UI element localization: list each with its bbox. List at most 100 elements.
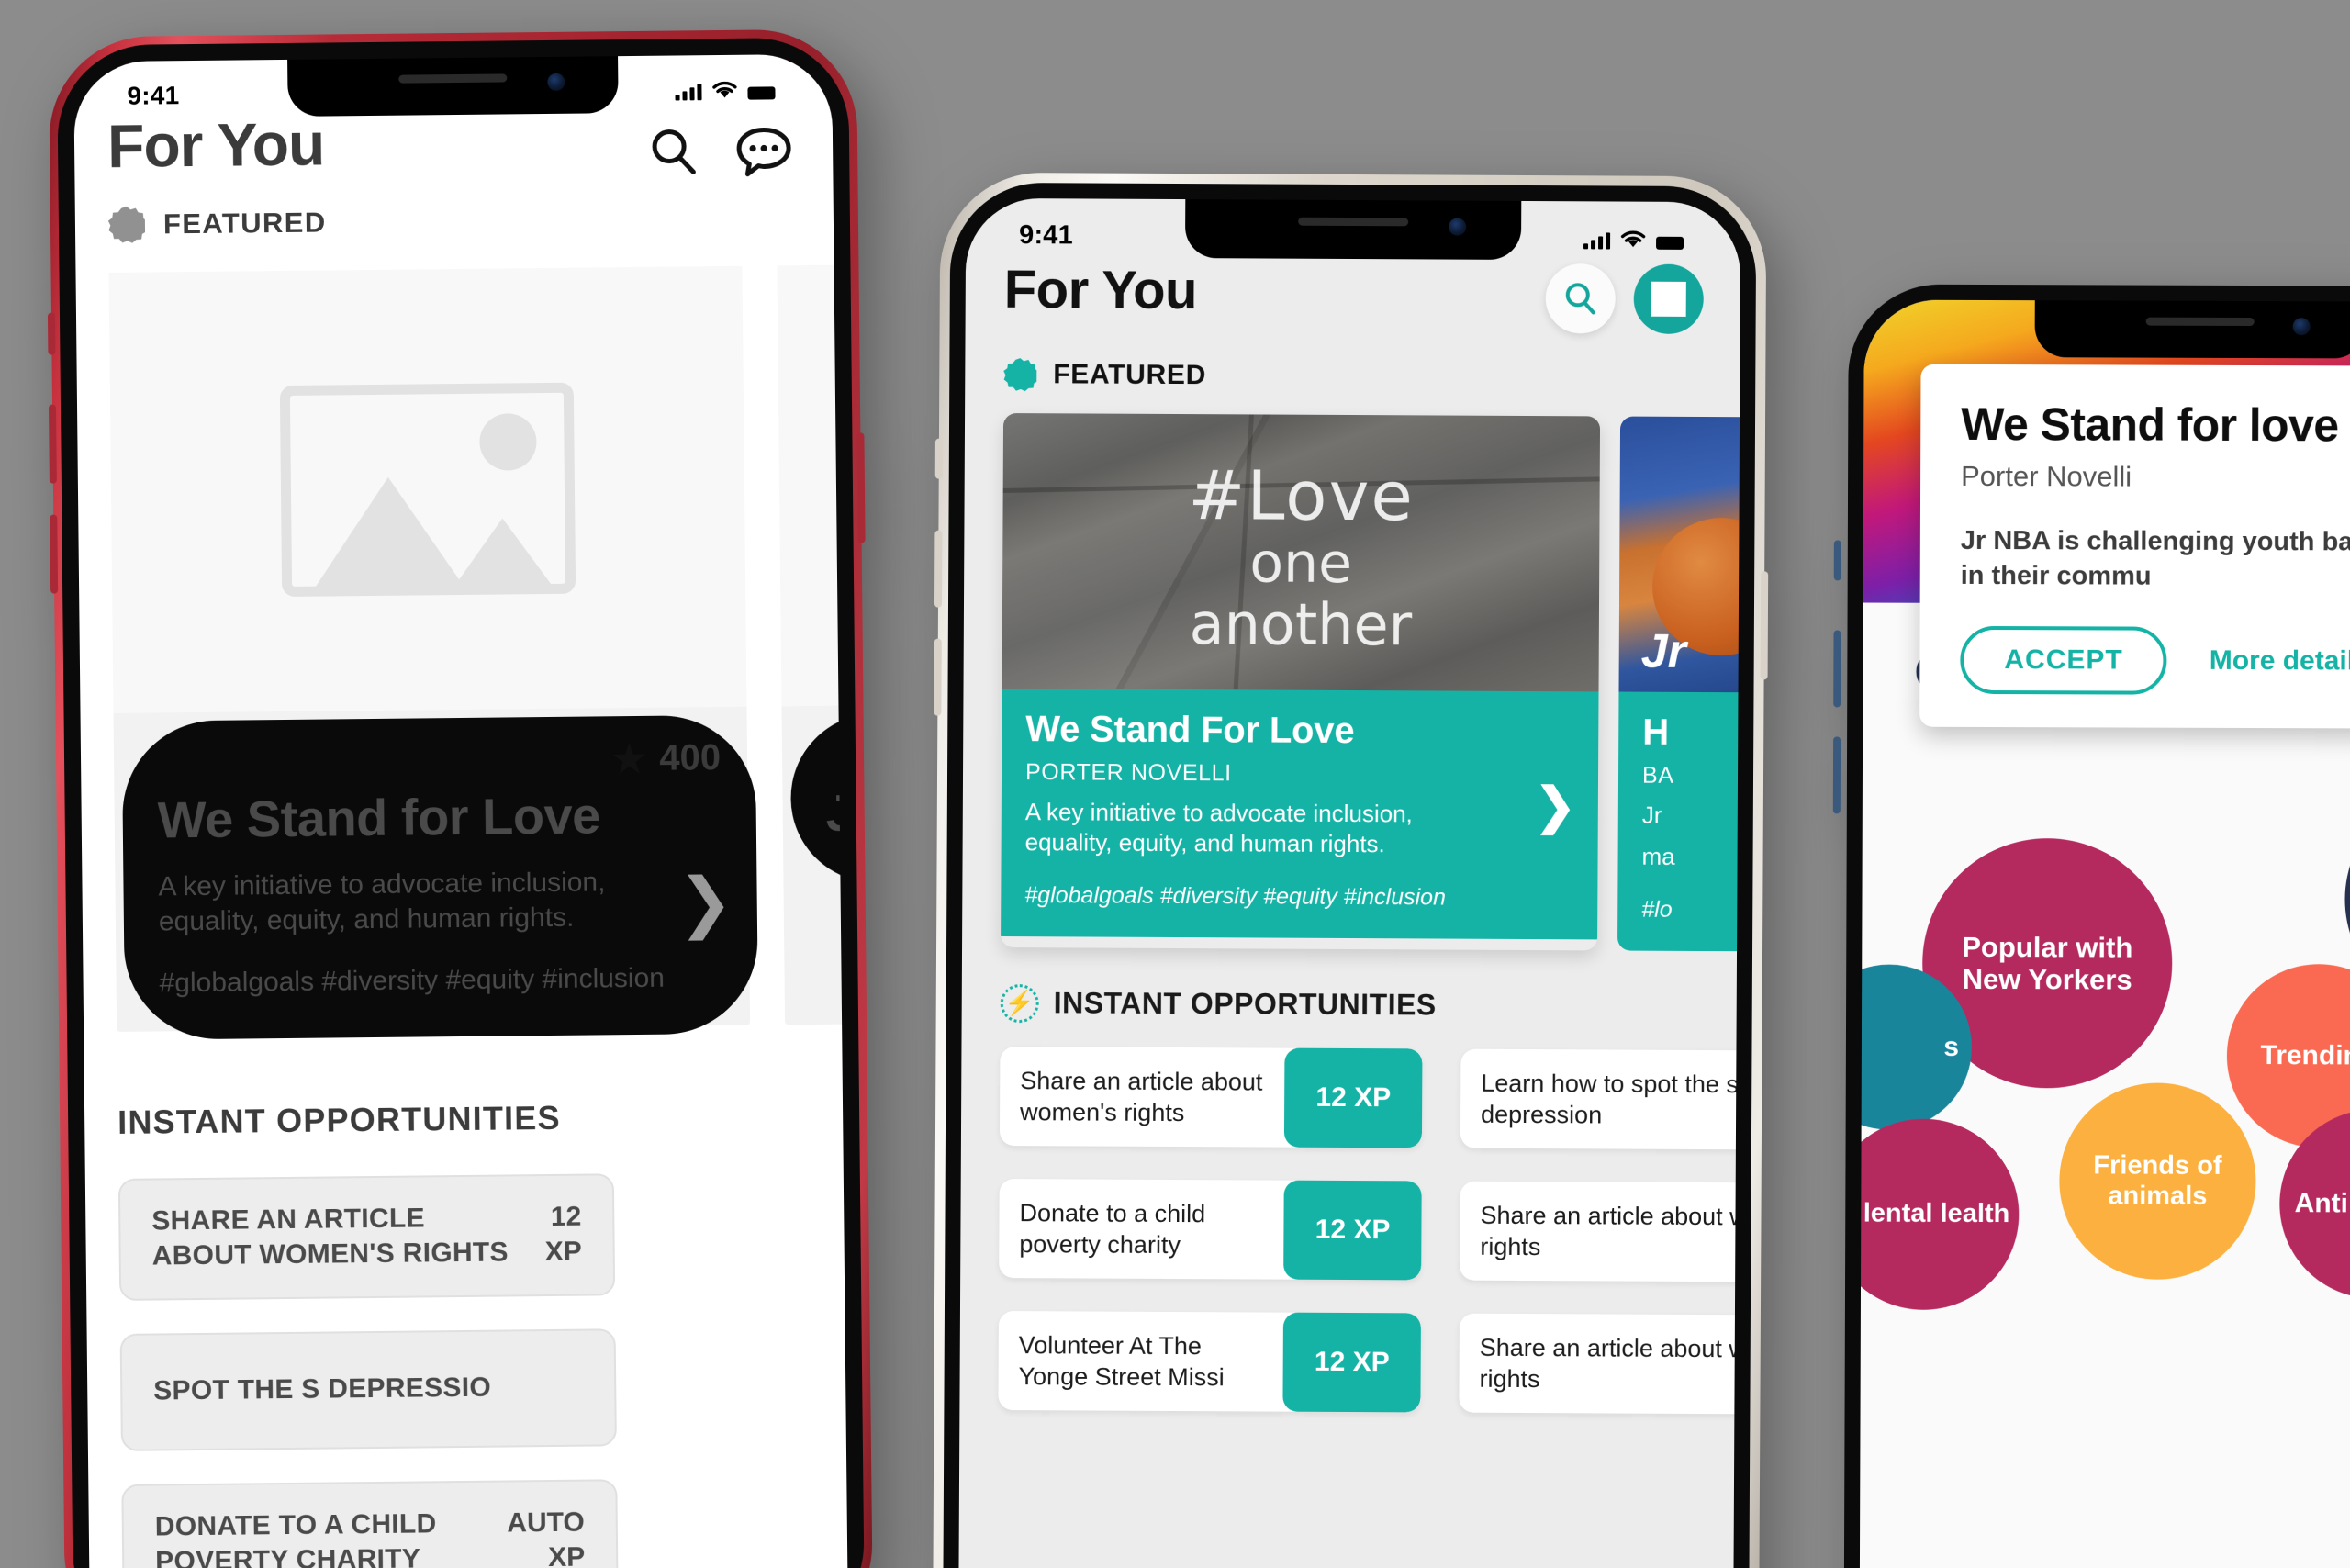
instant-opportunities-title: INSTANT OPPORTUNITIES (1053, 986, 1437, 1022)
opportunity-chip[interactable]: SPOT THE S DEPRESSIO (119, 1327, 617, 1451)
phone2-header: For You (1004, 259, 1704, 335)
power-button[interactable] (856, 432, 866, 543)
volume-down-button[interactable] (934, 638, 942, 716)
earpiece-speaker (398, 73, 508, 84)
featured-section-header: FEATURED (108, 199, 800, 243)
card-title: H (1642, 711, 1670, 753)
card-body: H BA Jr ma #lo (1617, 691, 1741, 952)
category-bubble-friends-of-animals[interactable]: Friends of animals (2059, 1082, 2256, 1281)
phone2-screen: 9:41 For You FEATURED #Love one another … (957, 197, 1741, 1568)
chalk-line-2: one (1249, 531, 1353, 597)
seal-badge-icon (108, 207, 145, 243)
opportunity-item[interactable]: Learn how to spot the si depression (1460, 1048, 1741, 1150)
opportunity-label: SPOT THE S DEPRESSIO (153, 1372, 492, 1406)
card-tags: #globalgoals #diversity #equity #inclusi… (1024, 881, 1447, 911)
card-description: A key initiative to advocate inclusion, … (1024, 798, 1413, 858)
featured-card-carousel[interactable]: #Love one another We Stand For Love PORT… (1001, 413, 1741, 952)
card-body: ★ 400 We Stand for Love A key initiative… (121, 714, 759, 1040)
opportunity-chip[interactable]: DONATE TO A CHILD POVERTY CHARITY AUTO X… (121, 1478, 619, 1568)
search-button[interactable] (1545, 263, 1616, 334)
volume-up-button[interactable] (48, 404, 57, 484)
mute-switch[interactable] (1833, 540, 1841, 581)
category-bubble-cloud: Popular with New Yorkers Anti R Trending… (1859, 719, 2350, 1311)
status-time: 9:41 (127, 81, 180, 110)
volume-up-button[interactable] (1833, 630, 1841, 708)
opportunity-detail-card[interactable]: We Stand for love Porter Novelli Jr NBA … (1919, 364, 2350, 731)
featured-label: FEATURED (1053, 359, 1207, 391)
opportunity-label: Share an article about women's rights (1479, 1333, 1741, 1393)
phone2-bezel: 9:41 For You FEATURED #Love one another … (932, 172, 1767, 1568)
accept-button[interactable]: ACCEPT (1960, 626, 2167, 696)
opportunity-item[interactable]: Donate to a child poverty charity 12 XP (999, 1178, 1422, 1281)
opportunity-label: DONATE TO A CHILD POVERTY CHARITY (154, 1507, 437, 1568)
card-photo: #Love one another (1002, 413, 1601, 692)
phone-mockup-1: 9:41 For You FEATURED ★ 400 We Stand for… (47, 28, 874, 1568)
search-icon (1565, 283, 1595, 315)
mute-switch[interactable] (47, 312, 56, 355)
opportunity-label: Volunteer At The Yonge Street Missi (1018, 1330, 1225, 1391)
front-camera (1449, 218, 1467, 236)
wifi-icon (1620, 230, 1646, 247)
image-placeholder-icon (279, 382, 576, 598)
power-button[interactable] (1760, 571, 1769, 680)
opportunity-label: Donate to a child poverty charity (1019, 1198, 1206, 1259)
phone3-bezel: We Stand for love Porter Novelli Jr NBA … (1833, 274, 2350, 1568)
earpiece-speaker (2145, 317, 2255, 327)
phone1-header-icons (647, 104, 800, 179)
stop-button[interactable] (1633, 263, 1704, 335)
lightning-bolt-icon: ⚡ (1000, 983, 1039, 1023)
card-photo: Jr (1618, 416, 1741, 694)
opportunity-label: Share an article about women's rights (1480, 1201, 1741, 1260)
category-bubble-mental-health[interactable]: lental lealth (1859, 1118, 2020, 1311)
wifi-icon (712, 81, 737, 98)
featured-card-next[interactable]: Jr H BA Jr ma #lo (1617, 416, 1741, 952)
opportunity-item[interactable]: Share an article about women's rights (1459, 1313, 1741, 1415)
phone1-header: For You (107, 104, 800, 185)
volume-up-button[interactable] (934, 530, 943, 608)
opportunity-xp: 12 XP (1284, 1047, 1423, 1148)
opportunity-item[interactable]: Share an article about women's rights (1460, 1181, 1741, 1282)
opportunities-column-right: Learn how to spot the si depression Shar… (1459, 1048, 1741, 1415)
chat-bubble-icon[interactable] (735, 124, 793, 178)
card-title: We Stand for Love (157, 786, 601, 849)
instant-opportunities-grid: Share an article about women's rights 12… (998, 1046, 1741, 1415)
card-description: A key initiative to advocate inclusion, … (158, 867, 606, 937)
card-title: We Stand For Love (1025, 709, 1355, 752)
opportunity-item[interactable]: Volunteer At The Yonge Street Missi 12 X… (998, 1310, 1421, 1413)
star-icon: ★ (611, 736, 647, 780)
opportunity-chip[interactable]: SHARE AN ARTICLE ABOUT WOMEN'S RIGHTS 12… (118, 1173, 616, 1301)
front-camera (2292, 318, 2311, 336)
seal-badge-icon (1003, 358, 1036, 391)
earpiece-speaker (1298, 217, 1409, 227)
featured-card-carousel[interactable]: ★ 400 We Stand for Love A key initiative… (108, 259, 849, 1040)
opportunity-item[interactable]: Share an article about women's rights 12… (999, 1046, 1423, 1148)
instant-opportunities-header: ⚡ INSTANT OPPORTUNITIES (1000, 983, 1700, 1026)
volume-down-button[interactable] (1832, 736, 1841, 814)
featured-card[interactable]: #Love one another We Stand For Love PORT… (1001, 413, 1601, 950)
points-value: 400 (659, 737, 722, 778)
detail-title: We Stand for love (1961, 398, 2339, 452)
opportunity-xp: 12 XP (1282, 1312, 1421, 1413)
detail-actions: ACCEPT More details (1960, 626, 2350, 697)
mute-switch[interactable] (934, 438, 943, 479)
detail-description: Jr NBA is challenging youth baske make a… (1960, 525, 2350, 591)
card-description-line-2: ma (1641, 842, 1675, 871)
phone2-notch (1184, 199, 1522, 260)
featured-card[interactable]: ★ 400 We Stand for Love A key initiative… (108, 265, 759, 1040)
search-icon[interactable] (647, 125, 701, 179)
chevron-right-icon[interactable]: ❯ (1534, 778, 1576, 834)
signal-bars-icon (675, 84, 702, 101)
chevron-right-icon[interactable]: ❯ (677, 866, 733, 940)
status-icon-group (675, 79, 776, 101)
opportunity-label: SHARE AN ARTICLE ABOUT WOMEN'S RIGHTS (151, 1203, 509, 1271)
chalk-text: #Love one another (1002, 456, 1600, 658)
more-details-link[interactable]: More details (2210, 645, 2350, 678)
battery-icon (1656, 236, 1684, 250)
card-tags: #lo (1641, 896, 1673, 923)
phone3-notch (2034, 300, 2350, 359)
instant-opportunities-list: SHARE AN ARTICLE ABOUT WOMEN'S RIGHTS 12… (118, 1171, 817, 1568)
volume-down-button[interactable] (50, 514, 59, 594)
card-image-placeholder (108, 265, 747, 713)
phone2-header-actions (1545, 262, 1704, 335)
opportunity-xp: AUTO XP (507, 1506, 586, 1568)
